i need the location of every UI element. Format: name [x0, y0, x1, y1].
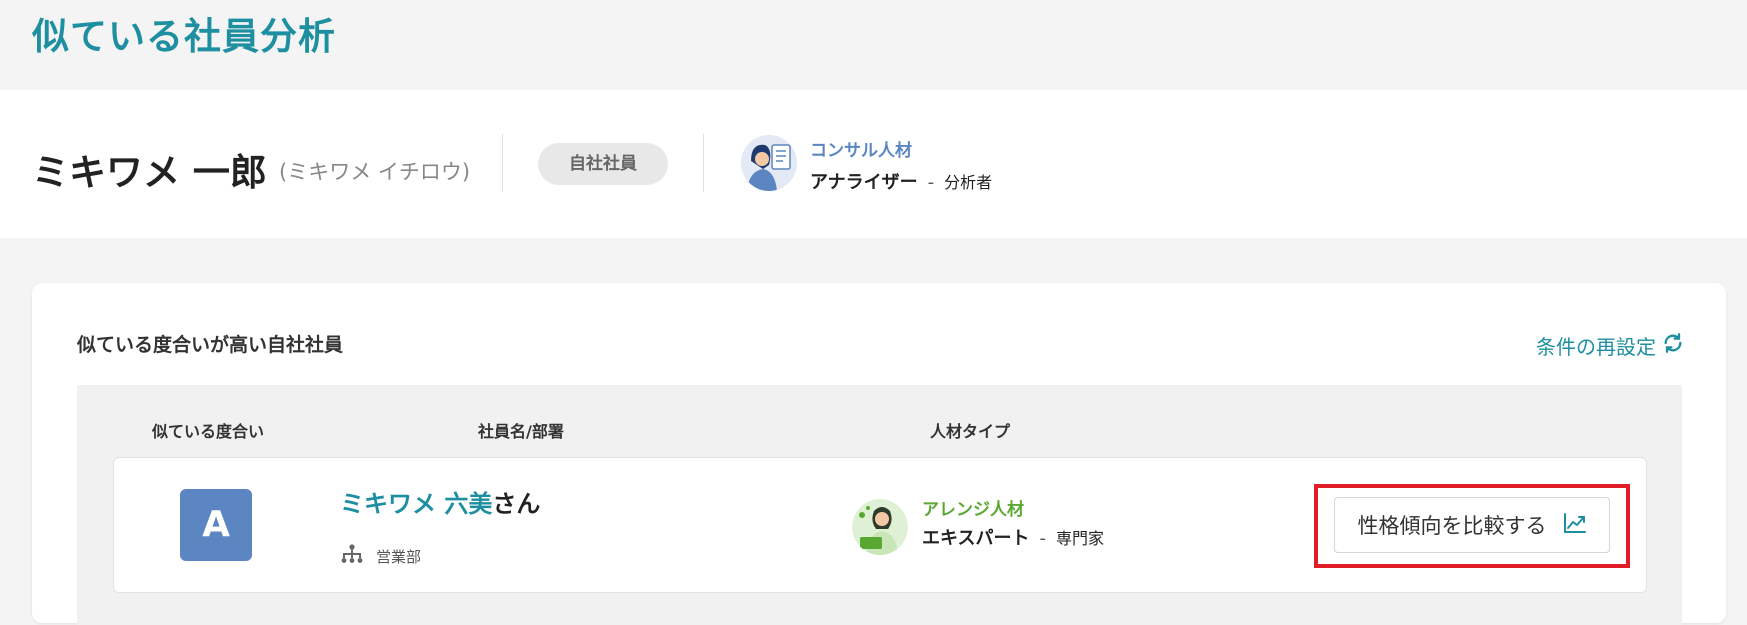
- compare-button-label: 性格傾向を比較する: [1357, 514, 1547, 538]
- reset-label: 条件の再設定: [1536, 335, 1656, 359]
- divider: [703, 134, 704, 192]
- type-separator: -: [1039, 528, 1046, 549]
- refresh-icon: [1662, 332, 1684, 359]
- department-label: 営業部: [376, 547, 422, 566]
- consultant-avatar-icon: [741, 135, 797, 191]
- compare-personality-button[interactable]: 性格傾向を比較する: [1334, 497, 1610, 553]
- employee-department: 営業部: [340, 544, 421, 568]
- consultant-type-detail: アナライザー - 分析者: [810, 168, 992, 194]
- type-subtype: エキスパート: [922, 528, 1030, 549]
- page-title: 似ている社員分析: [32, 15, 336, 58]
- employee-name: ミキワメ 六美: [340, 490, 493, 518]
- divider: [502, 134, 503, 192]
- type-subtype: アナライザー: [810, 172, 918, 193]
- org-chart-icon: [340, 544, 364, 568]
- section-title: 似ている度合いが高い自社社員: [77, 334, 344, 356]
- name-suffix: さん: [492, 490, 541, 518]
- type-role: 専門家: [1055, 529, 1104, 548]
- similar-employees-card: 似ている度合いが高い自社社員 条件の再設定 似ている度合い 社員名/部署 人材タ…: [32, 283, 1726, 625]
- employee-name-link[interactable]: ミキワメ 六美さん: [340, 484, 540, 519]
- talent-type-detail: エキスパート - 専門家: [922, 524, 1104, 550]
- type-separator: -: [927, 172, 935, 193]
- employee-kana: (ミキワメ イチロウ): [279, 160, 471, 184]
- profile-header: ミキワメ 一郎 (ミキワメ イチロウ) 自社社員 コンサル人材 アナライザー - 分…: [0, 90, 1747, 238]
- column-header-similarity: 似ている度合い: [152, 422, 265, 441]
- employee-status-badge: 自社社員: [538, 143, 668, 185]
- column-header-employee: 社員名/部署: [478, 422, 564, 441]
- column-header-talent-type: 人材タイプ: [930, 422, 1011, 441]
- reset-conditions-link[interactable]: 条件の再設定: [1536, 331, 1684, 360]
- arrange-avatar-icon: [852, 499, 908, 555]
- consultant-type-name: コンサル人材: [810, 141, 912, 161]
- similar-employees-table: 似ている度合い 社員名/部署 人材タイプ A ミキワメ 六美さん 営業部 アレン…: [77, 385, 1682, 625]
- employee-name: ミキワメ 一郎: [32, 151, 267, 194]
- table-row: A ミキワメ 六美さん 営業部 アレンジ人材 エキスパート - 専門家 性格傾向…: [113, 457, 1647, 593]
- trend-chart-icon: [1563, 512, 1587, 539]
- talent-type-name: アレンジ人材: [922, 500, 1024, 520]
- similarity-grade-badge: A: [180, 489, 252, 561]
- type-role: 分析者: [944, 173, 993, 192]
